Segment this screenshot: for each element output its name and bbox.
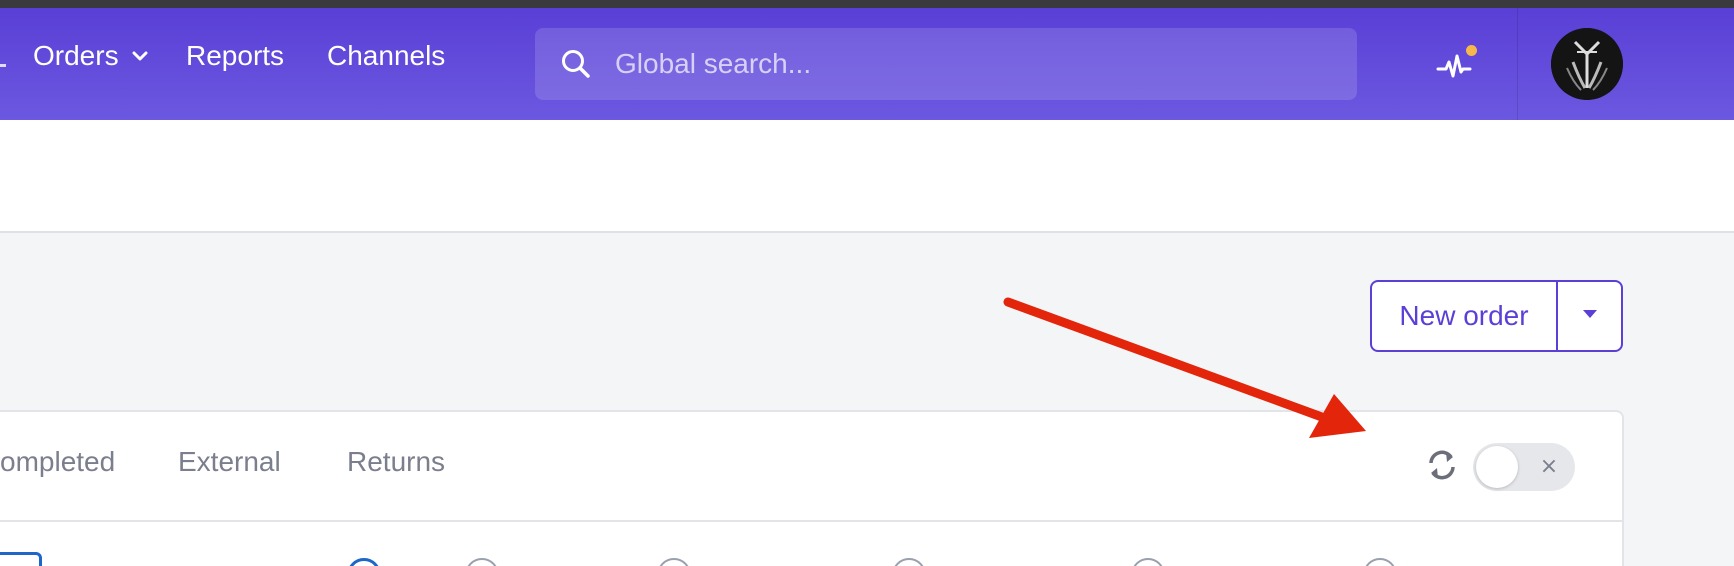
refresh-icon[interactable] xyxy=(1426,447,1458,483)
global-search[interactable] xyxy=(535,28,1357,100)
chevron-down-icon xyxy=(131,47,149,65)
nav-orders-label: Orders xyxy=(33,40,119,71)
toggle-knob xyxy=(1476,446,1518,488)
auto-refresh-toggle[interactable]: × xyxy=(1473,443,1575,491)
filter-input-edge[interactable] xyxy=(0,552,42,566)
window-top-strip xyxy=(0,0,1734,8)
nav-item-reports[interactable]: Reports xyxy=(186,36,284,76)
nav-edge-marker xyxy=(0,64,6,67)
nav-item-orders[interactable]: Orders xyxy=(33,36,149,76)
new-order-split-button: New order xyxy=(1370,280,1623,352)
annotation-arrow-shaft xyxy=(1003,297,1335,425)
user-avatar[interactable] xyxy=(1551,28,1623,100)
caret-down-icon xyxy=(1581,307,1599,325)
close-icon: × xyxy=(1539,454,1559,479)
new-order-button[interactable]: New order xyxy=(1372,282,1556,350)
new-order-dropdown-toggle[interactable] xyxy=(1558,282,1621,350)
nav-divider xyxy=(1517,8,1518,120)
tab-external[interactable]: External xyxy=(178,442,281,482)
notification-dot xyxy=(1466,45,1477,56)
tab-returns[interactable]: Returns xyxy=(347,442,445,482)
tab-completed[interactable]: ompleted xyxy=(0,442,115,482)
nav-item-channels[interactable]: Channels xyxy=(327,36,445,76)
search-icon xyxy=(560,48,592,80)
page-header xyxy=(0,120,1734,233)
global-search-input[interactable] xyxy=(615,28,1335,100)
